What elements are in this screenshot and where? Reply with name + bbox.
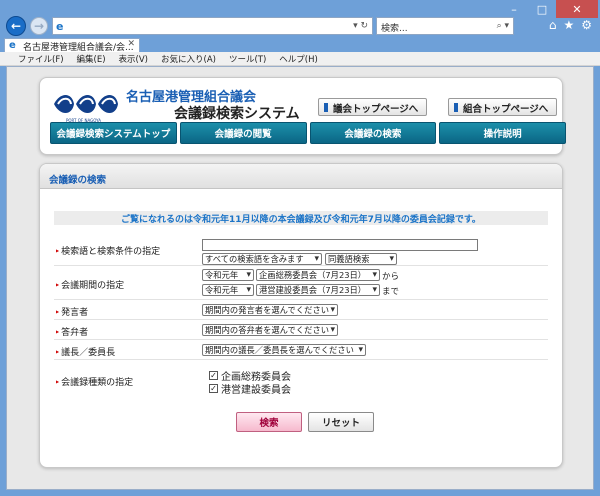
period-label: 会議期間の指定 bbox=[56, 278, 124, 291]
keyword-row: 検索語と検索条件の指定 すべての検索語を含みます 同義語検索 bbox=[54, 236, 548, 266]
period-from-suffix: から bbox=[382, 272, 400, 282]
search-button[interactable]: 検索 bbox=[236, 412, 302, 432]
search-icon[interactable]: ⌕ ▾ bbox=[497, 21, 509, 31]
ie-icon: e bbox=[56, 20, 64, 33]
keyword-label: 検索語と検索条件の指定 bbox=[56, 244, 160, 257]
browser-tab[interactable]: e 名古屋港管理組合議会/会... ✕ bbox=[4, 38, 140, 52]
answerer-label: 答弁者 bbox=[56, 325, 88, 338]
gear-icon[interactable]: ⚙ bbox=[581, 18, 592, 32]
chair-select[interactable]: 期間内の議長／委員長を選んでください bbox=[202, 344, 366, 356]
reset-button[interactable]: リセット bbox=[308, 412, 374, 432]
period-row: 会議期間の指定 令和元年 企画総務委員会（7月23日） から 令和元年 港営建設… bbox=[54, 266, 548, 300]
home-icon[interactable]: ⌂ bbox=[549, 18, 557, 32]
keyword-match-select[interactable]: 同義語検索 bbox=[325, 253, 397, 265]
favorites-icon[interactable]: ★ bbox=[563, 18, 574, 32]
browser-tools: ⌂ ★ ⚙ bbox=[549, 18, 592, 32]
period-to-suffix: まで bbox=[382, 287, 400, 297]
keyword-input[interactable] bbox=[202, 239, 478, 251]
types-label: 会議録種類の指定 bbox=[56, 375, 133, 388]
answerer-select[interactable]: 期間内の答弁者を選んでください bbox=[202, 324, 338, 336]
page-viewport: PORT OF NAGOYA 名古屋港管理組合議会 会議録検索システム 議会トッ… bbox=[6, 66, 594, 490]
nav-help[interactable]: 操作説明 bbox=[439, 122, 566, 144]
search-panel: 会議録の検索 ご覧になれるのは令和元年11月以降の本会議録及び令和元年7月以降の… bbox=[39, 163, 563, 468]
browser-search-placeholder: 検索... bbox=[381, 24, 408, 34]
availability-notice: ご覧になれるのは令和元年11月以降の本会議録及び令和元年7月以降の委員会記録です… bbox=[54, 211, 548, 225]
menu-bar: ファイル(F) 編集(E) 表示(V) お気に入り(A) ツール(T) ヘルプ(… bbox=[0, 52, 600, 66]
council-top-button[interactable]: 議会トップページへ bbox=[318, 98, 428, 116]
nav-browse[interactable]: 会議録の閲覧 bbox=[179, 122, 307, 144]
chair-row: 議長／委員長 期間内の議長／委員長を選んでください bbox=[54, 340, 548, 360]
menu-help[interactable]: ヘルプ(H) bbox=[279, 53, 318, 65]
address-bar[interactable]: e ▾ ↻ bbox=[52, 17, 373, 35]
answerer-row: 答弁者 期間内の答弁者を選んでください bbox=[54, 320, 548, 340]
period-to-era-select[interactable]: 令和元年 bbox=[202, 284, 254, 296]
period-from-era-select[interactable]: 令和元年 bbox=[202, 269, 254, 281]
port-logo-mark bbox=[54, 95, 118, 113]
menu-tools[interactable]: ツール(T) bbox=[229, 53, 266, 65]
speaker-row: 発言者 期間内の発言者を選んでください bbox=[54, 300, 548, 320]
tab-row: e 名古屋港管理組合議会/会... ✕ bbox=[0, 38, 600, 52]
check-icon[interactable]: ✓ bbox=[209, 371, 218, 380]
refresh-icon[interactable]: ▾ ↻ bbox=[353, 21, 368, 31]
nav-system-top[interactable]: 会議録検索システムトップ bbox=[50, 122, 177, 144]
menu-file[interactable]: ファイル(F) bbox=[18, 53, 64, 65]
types-row: 会議録種類の指定 ✓ 企画総務委員会 ✓ 港営建設委員会 bbox=[54, 360, 548, 402]
speaker-label: 発言者 bbox=[56, 305, 88, 318]
menu-edit[interactable]: 編集(E) bbox=[77, 53, 106, 65]
forward-button[interactable]: → bbox=[30, 17, 48, 35]
menu-view[interactable]: 表示(V) bbox=[119, 53, 148, 65]
browser-search-box[interactable]: 検索... ⌕ ▾ bbox=[376, 17, 514, 35]
chair-label: 議長／委員長 bbox=[56, 345, 115, 358]
tab-title: 名古屋港管理組合議会/会... bbox=[23, 43, 134, 52]
keyword-condition-select[interactable]: すべての検索語を含みます bbox=[202, 253, 322, 265]
back-button[interactable]: ← bbox=[6, 16, 26, 36]
menu-favorites[interactable]: お気に入り(A) bbox=[161, 53, 216, 65]
check-icon[interactable]: ✓ bbox=[209, 384, 218, 393]
period-to-meeting-select[interactable]: 港営建設委員会（7月23日） bbox=[256, 284, 380, 296]
close-tab-icon[interactable]: ✕ bbox=[127, 39, 135, 49]
port-logo: PORT OF NAGOYA bbox=[52, 88, 120, 124]
period-from-meeting-select[interactable]: 企画総務委員会（7月23日） bbox=[256, 269, 380, 281]
main-nav: 会議録検索システムトップ 会議録の閲覧 会議録の検索 操作説明 bbox=[50, 122, 566, 144]
navigation-row: ← → e ▾ ↻ 検索... ⌕ ▾ ⌂ ★ ⚙ bbox=[0, 14, 600, 38]
panel-heading: 会議録の検索 bbox=[40, 164, 562, 189]
union-top-button[interactable]: 組合トップページへ bbox=[448, 98, 558, 116]
ie-tab-icon: e bbox=[9, 40, 16, 51]
nav-search[interactable]: 会議録の検索 bbox=[309, 122, 437, 144]
site-title-line2: 会議録検索システム bbox=[174, 106, 300, 122]
browser-chrome: – □ ✕ ← → e ▾ ↻ 検索... ⌕ ▾ ⌂ ★ ⚙ e 名古屋港管理… bbox=[0, 0, 600, 66]
type-label-2: 港営建設委員会 bbox=[221, 385, 291, 396]
site-header: PORT OF NAGOYA 名古屋港管理組合議会 会議録検索システム 議会トッ… bbox=[39, 77, 566, 155]
type-checkbox-2[interactable]: ✓ 港営建設委員会 bbox=[209, 381, 291, 396]
speaker-select[interactable]: 期間内の発言者を選んでください bbox=[202, 304, 338, 316]
